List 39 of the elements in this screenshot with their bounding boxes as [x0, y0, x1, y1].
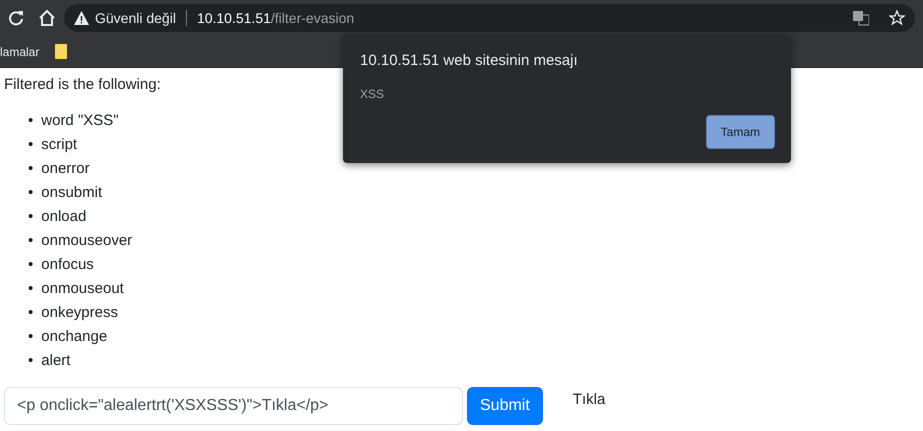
intro-text: Filtered is the following:: [4, 76, 161, 93]
warning-icon[interactable]: [74, 11, 89, 25]
output-text: Tıkla: [572, 390, 606, 410]
bullet: •: [28, 326, 34, 346]
filter-item: onload: [41, 206, 86, 226]
bullet: •: [28, 134, 34, 154]
home-icon[interactable]: [38, 9, 56, 27]
filter-item: onsubmit: [41, 182, 102, 202]
submit-button[interactable]: Submit: [467, 386, 543, 424]
address-bar[interactable]: Güvenli değil 10.10.51.51/filter-evasion: [64, 4, 915, 32]
filter-item: onmouseover: [41, 230, 132, 250]
ok-button[interactable]: Tamam: [706, 114, 775, 148]
bullet: •: [28, 350, 34, 370]
bullet: •: [28, 182, 34, 202]
bullet: •: [28, 158, 34, 178]
filter-item: onkeypress: [41, 302, 118, 322]
filter-item: onfocus: [41, 254, 94, 274]
input-field[interactable]: <p onclick="alealertrt('XSXSSS')">Tıkla</p>: [4, 386, 463, 424]
bullet: •: [28, 110, 34, 130]
filter-item: word "XSS": [41, 110, 119, 130]
bullet: •: [28, 206, 34, 226]
filter-item: onerror: [41, 158, 90, 178]
bookmark-item[interactable]: lamalar: [0, 42, 40, 60]
bullet: •: [28, 254, 34, 274]
reload-icon[interactable]: [8, 10, 24, 26]
dialog-message: XSS: [360, 86, 386, 102]
translate-icon[interactable]: [853, 10, 869, 26]
folder-icon[interactable]: [55, 44, 68, 59]
security-label[interactable]: Güvenli değil: [95, 8, 176, 28]
filter-item: script: [41, 134, 78, 154]
bullet: •: [28, 302, 34, 322]
filter-item: alert: [41, 350, 70, 370]
dialog-title: 10.10.51.51 web sitesinin mesajı: [360, 51, 579, 71]
bullet: •: [28, 278, 34, 298]
bullet: •: [28, 230, 34, 250]
filter-item: onmouseout: [41, 278, 124, 298]
url-text[interactable]: 10.10.51.51/filter-evasion: [196, 8, 354, 28]
filter-item: onchange: [41, 326, 108, 346]
star-icon[interactable]: [889, 10, 905, 26]
